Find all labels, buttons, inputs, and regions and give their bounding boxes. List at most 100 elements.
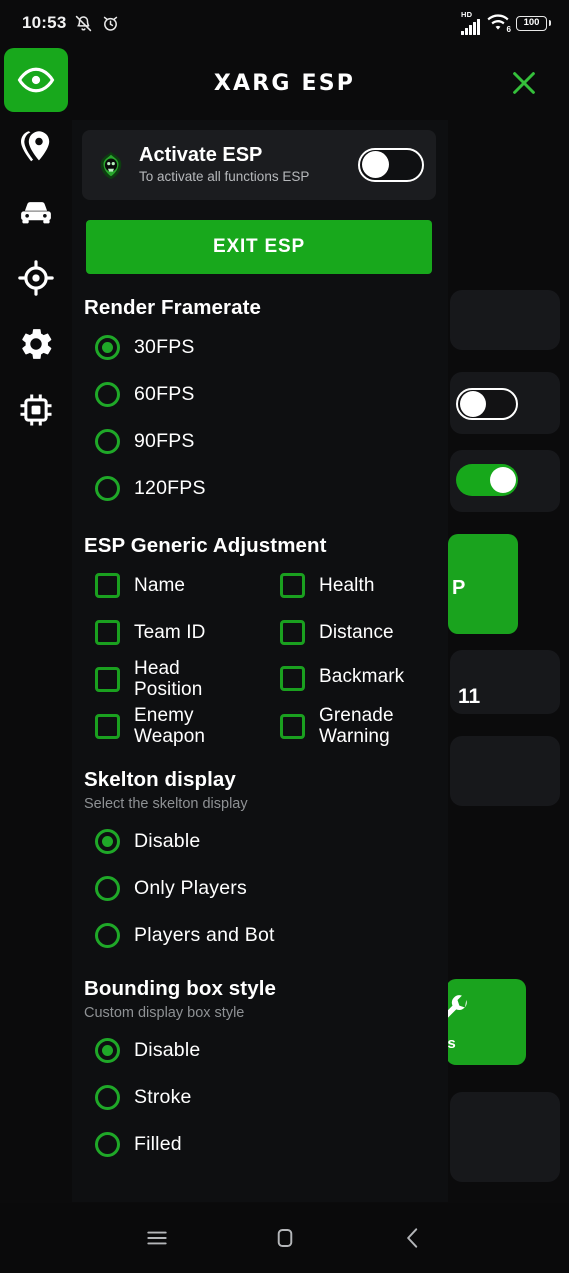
radio-30fps[interactable]: 30FPS (84, 324, 438, 371)
status-time: 10:53 (22, 13, 67, 32)
checkbox-head-position[interactable]: Head Position (84, 656, 269, 703)
esp-generic-adjustment-title: ESP Generic Adjustment (84, 533, 327, 557)
checkbox-indicator (280, 619, 305, 645)
radio-label: Only Players (134, 876, 247, 899)
radio-box-disable[interactable]: Disable (84, 1027, 438, 1074)
esp-generic-adjustment-grid: Name Health Team ID Distance Head Positi… (84, 562, 438, 750)
radio-indicator (95, 381, 120, 407)
section-esp-generic-adjustment: ESP Generic Adjustment Name Health Team … (72, 534, 448, 750)
menu-icon (146, 1231, 167, 1245)
close-icon (513, 72, 535, 94)
xarg-emblem-icon (96, 150, 126, 180)
gear-icon (22, 329, 52, 359)
checkbox-indicator (280, 665, 305, 691)
sidebar-item-location[interactable] (4, 114, 68, 178)
checkbox-indicator (95, 572, 120, 598)
signal-icon: HD (461, 9, 480, 35)
checkbox-indicator (280, 713, 305, 739)
bg-card-6 (450, 1092, 560, 1182)
radio-label: Filled (134, 1132, 182, 1155)
wifi-icon: 6 (487, 14, 511, 34)
checkbox-label: Head Position (134, 658, 203, 701)
alarm-clock-icon (104, 16, 118, 31)
radio-label: 90FPS (134, 429, 195, 452)
checkbox-health[interactable]: Health (269, 562, 438, 609)
checkbox-label: Name (134, 574, 186, 596)
sidebar-item-esp[interactable] (4, 48, 68, 112)
status-bar: 10:53 HD 6 100 (0, 0, 569, 46)
sidebar (4, 48, 68, 444)
radio-120fps[interactable]: 120FPS (84, 465, 438, 512)
nav-back-button[interactable] (349, 1203, 477, 1273)
checkbox-label: Grenade Warning (319, 705, 394, 748)
nav-recents-button[interactable] (93, 1203, 221, 1273)
radio-indicator (95, 922, 120, 948)
radio-90fps[interactable]: 90FPS (84, 418, 438, 465)
checkbox-grenade-warning[interactable]: Grenade Warning (269, 703, 438, 750)
section-render-framerate: Render Framerate 30FPS 60FPS 90FPS 120FP… (72, 296, 448, 512)
activate-esp-card[interactable]: Activate ESP To activate all functions E… (82, 130, 436, 200)
activate-esp-title: Activate ESP (139, 144, 263, 166)
sidebar-item-vehicle[interactable] (4, 180, 68, 244)
radio-skelton-disable[interactable]: Disable (84, 818, 438, 865)
checkbox-backmark[interactable]: Backmark (269, 656, 438, 703)
esp-settings-panel: Activate ESP To activate all functions E… (72, 120, 448, 1202)
sidebar-item-memory[interactable] (4, 378, 68, 442)
bg-toggle-off[interactable] (456, 388, 518, 420)
page-title: XARG ESP (213, 70, 356, 96)
checkbox-label: Team ID (134, 621, 206, 643)
wrench-icon (446, 995, 467, 1019)
bounding-box-style-title: Bounding box style (84, 976, 276, 1000)
radio-60fps[interactable]: 60FPS (84, 371, 438, 418)
radio-indicator-selected (95, 1037, 120, 1063)
checkbox-team-id[interactable]: Team ID (84, 609, 269, 656)
status-bar-right: HD 6 100 (461, 9, 551, 35)
hd-label: HD (461, 9, 473, 19)
checkbox-indicator (95, 713, 120, 739)
radio-skelton-only-players[interactable]: Only Players (84, 865, 438, 912)
home-icon (277, 1229, 292, 1247)
bg-tools-button[interactable]: ols (446, 979, 526, 1065)
aim-icon (18, 260, 54, 296)
bg-green-button[interactable]: P (448, 534, 518, 634)
pin-icon (21, 131, 50, 162)
radio-label: 120FPS (134, 476, 206, 499)
checkbox-indicator (280, 572, 305, 598)
radio-skelton-players-and-bot[interactable]: Players and Bot (84, 912, 438, 959)
radio-indicator (95, 428, 120, 454)
close-button[interactable] (507, 66, 541, 100)
system-navigation-bar (0, 1203, 569, 1273)
checkbox-distance[interactable]: Distance (269, 609, 438, 656)
radio-box-filled[interactable]: Filled (84, 1121, 438, 1168)
radio-indicator (95, 1084, 120, 1110)
activate-esp-subtitle: To activate all functions ESP (139, 169, 310, 184)
radio-indicator-selected (95, 334, 120, 360)
bg-toggle-on[interactable] (456, 464, 518, 496)
wifi-gen-label: 6 (506, 25, 511, 34)
checkbox-label: Backmark (319, 665, 405, 687)
bg-green-button-label: P (452, 577, 466, 599)
checkbox-label: Enemy Weapon (134, 705, 206, 748)
chip-icon (20, 394, 52, 426)
checkbox-label: Distance (319, 621, 394, 643)
overlay-header: XARG ESP (0, 46, 569, 120)
sidebar-item-settings[interactable] (4, 312, 68, 376)
checkbox-indicator (95, 619, 120, 645)
nav-home-button[interactable] (221, 1203, 349, 1273)
radio-label: Disable (134, 1038, 201, 1061)
section-bounding-box-style: Bounding box style Custom display box st… (72, 977, 448, 1168)
radio-label: 60FPS (134, 382, 195, 405)
sidebar-item-aimbot[interactable] (4, 246, 68, 310)
bg-card-1 (450, 290, 560, 350)
phone-screen: 10:53 HD 6 100 P 11 s XARG ESP Activate … (0, 0, 569, 1273)
checkbox-enemy-weapon[interactable]: Enemy Weapon (84, 703, 269, 750)
checkbox-name[interactable]: Name (84, 562, 269, 609)
skelton-display-title: Skelton display (84, 767, 236, 791)
activate-esp-texts: Activate ESP To activate all functions E… (139, 144, 345, 186)
render-framerate-title: Render Framerate (84, 295, 262, 319)
exit-esp-button[interactable]: EXIT ESP (86, 219, 432, 274)
checkbox-indicator (95, 666, 120, 692)
battery-level-label: 100 (523, 17, 540, 29)
radio-box-stroke[interactable]: Stroke (84, 1074, 438, 1121)
activate-esp-toggle[interactable] (358, 147, 424, 182)
